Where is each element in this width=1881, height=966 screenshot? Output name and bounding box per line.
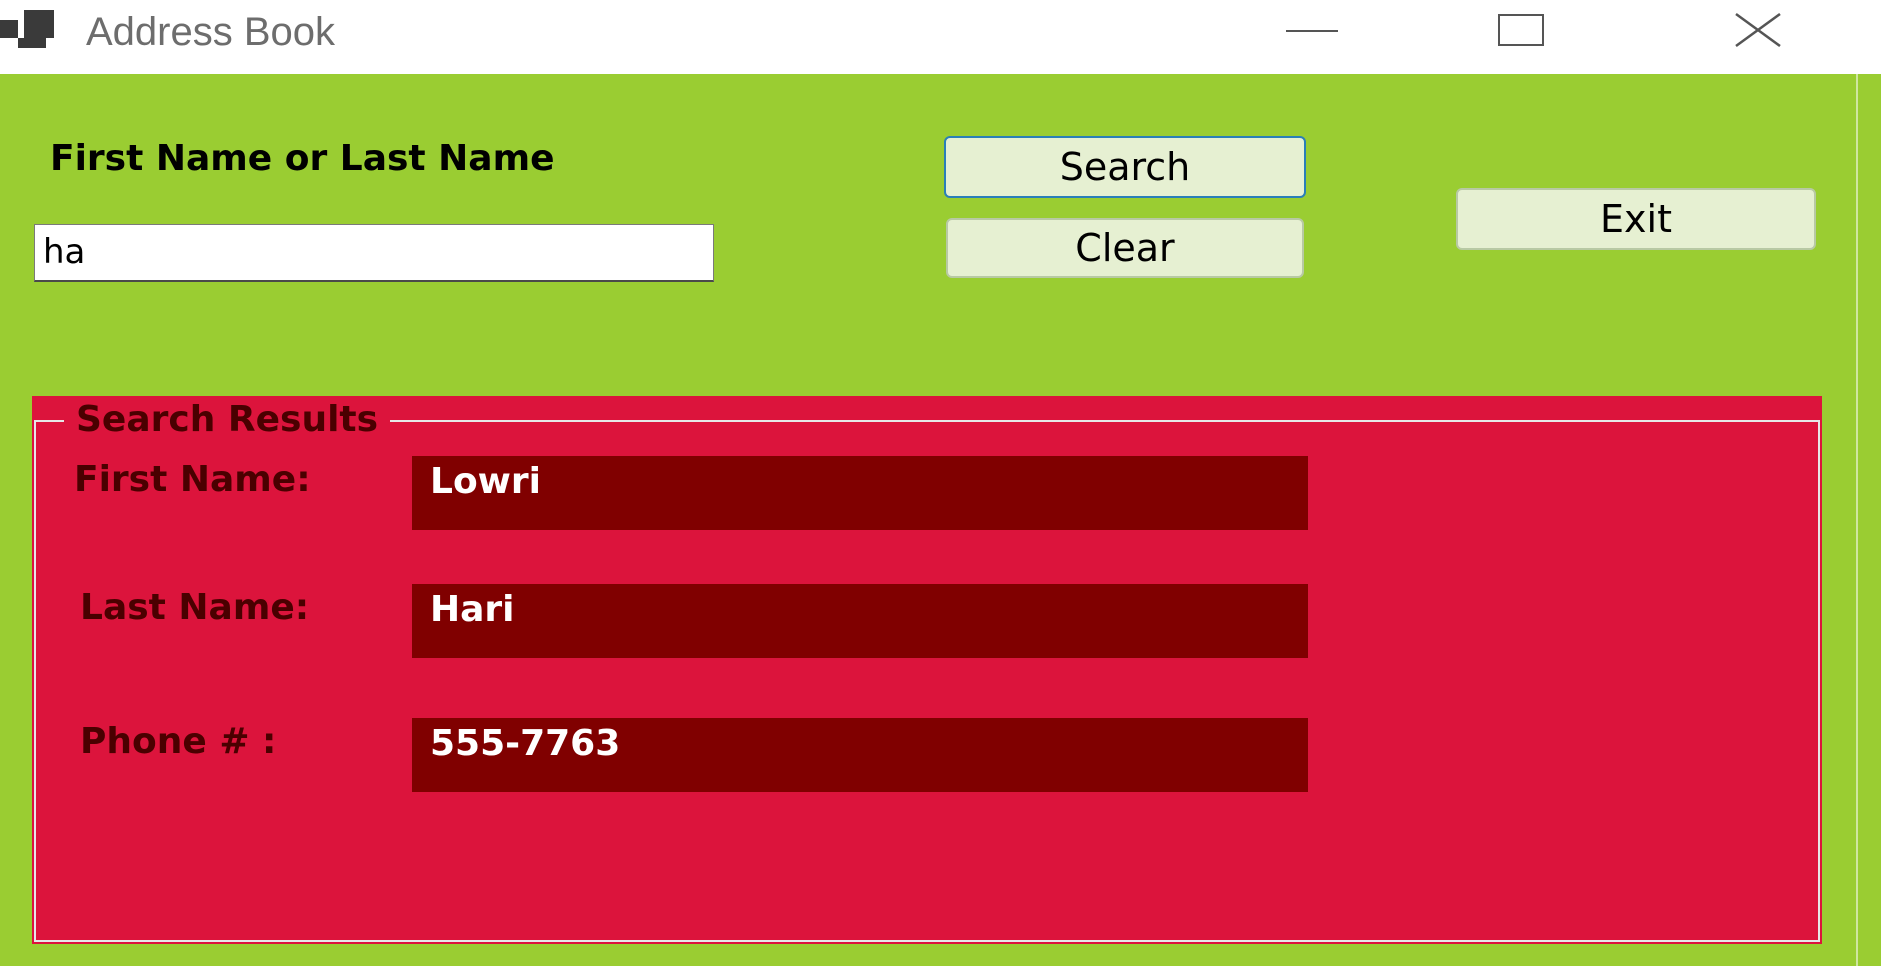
last-name-value: Hari	[412, 584, 1308, 658]
clear-button[interactable]: Clear	[946, 218, 1304, 278]
minimize-button[interactable]	[1278, 0, 1378, 62]
window-border	[1856, 74, 1858, 966]
title-bar: Address Book	[0, 0, 1881, 74]
close-button[interactable]	[1710, 0, 1810, 62]
window-right-edge	[1856, 74, 1881, 966]
search-input[interactable]: ha	[34, 224, 714, 282]
exit-button[interactable]: Exit	[1456, 188, 1816, 250]
window-title: Address Book	[86, 10, 336, 54]
search-label: First Name or Last Name	[50, 138, 555, 179]
search-button[interactable]: Search	[944, 136, 1306, 198]
app-window-icon	[0, 8, 60, 48]
maximize-button[interactable]	[1474, 0, 1574, 62]
phone-value: 555-7763	[412, 718, 1308, 792]
search-results-title: Search Results	[64, 400, 391, 440]
phone-label: Phone # :	[80, 721, 277, 762]
search-results-panel: Search Results First Name: Lowri Last Na…	[32, 396, 1822, 944]
first-name-label: First Name:	[74, 459, 311, 500]
close-icon	[1735, 12, 1781, 48]
first-name-value: Lowri	[412, 456, 1308, 530]
maximize-icon	[1498, 14, 1544, 46]
minimize-icon	[1286, 30, 1338, 32]
last-name-label: Last Name:	[80, 587, 310, 628]
